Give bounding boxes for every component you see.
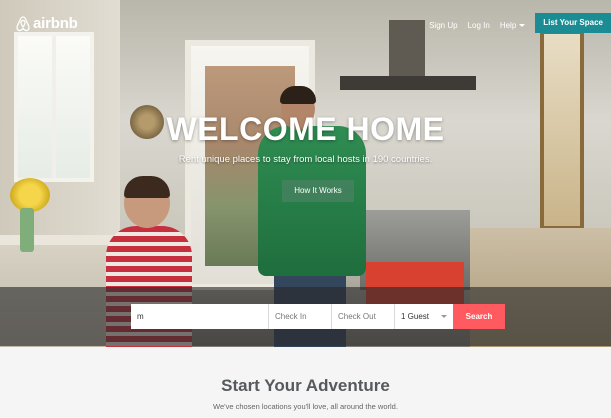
chevron-down-icon bbox=[519, 24, 526, 27]
section-subtitle: We've chosen locations you'll love, all … bbox=[213, 402, 398, 411]
logo-text: airbnb bbox=[33, 15, 78, 32]
guests-select[interactable]: 1 Guest bbox=[395, 304, 453, 329]
how-it-works-button[interactable]: How It Works bbox=[282, 180, 354, 202]
hero-banner: airbnb Sign Up Log In Help List Your Spa… bbox=[0, 0, 611, 347]
airbnb-logo[interactable]: airbnb bbox=[16, 15, 78, 32]
hero-subtitle: Rent unique places to stay from local ho… bbox=[178, 154, 433, 165]
search-form: m Check In Check Out 1 Guest Search bbox=[131, 304, 505, 329]
guests-value: 1 Guest bbox=[401, 312, 430, 321]
sign-up-link[interactable]: Sign Up bbox=[429, 21, 457, 30]
search-button[interactable]: Search bbox=[453, 304, 505, 329]
check-in-field[interactable]: Check In bbox=[269, 304, 332, 329]
hero-title: WELCOME HOME bbox=[166, 111, 445, 147]
list-your-space-button[interactable]: List Your Space bbox=[535, 13, 611, 33]
top-nav: Sign Up Log In Help List Your Space bbox=[429, 13, 611, 33]
help-label: Help bbox=[499, 21, 517, 30]
airbnb-belo-icon bbox=[16, 15, 30, 31]
location-input[interactable]: m bbox=[131, 304, 269, 329]
chevron-down-icon bbox=[441, 315, 447, 318]
help-menu[interactable]: Help bbox=[499, 21, 526, 30]
log-in-link[interactable]: Log In bbox=[468, 21, 490, 30]
section-title: Start Your Adventure bbox=[221, 376, 390, 395]
start-adventure-section: Start Your Adventure We've chosen locati… bbox=[0, 347, 611, 418]
check-out-field[interactable]: Check Out bbox=[332, 304, 395, 329]
